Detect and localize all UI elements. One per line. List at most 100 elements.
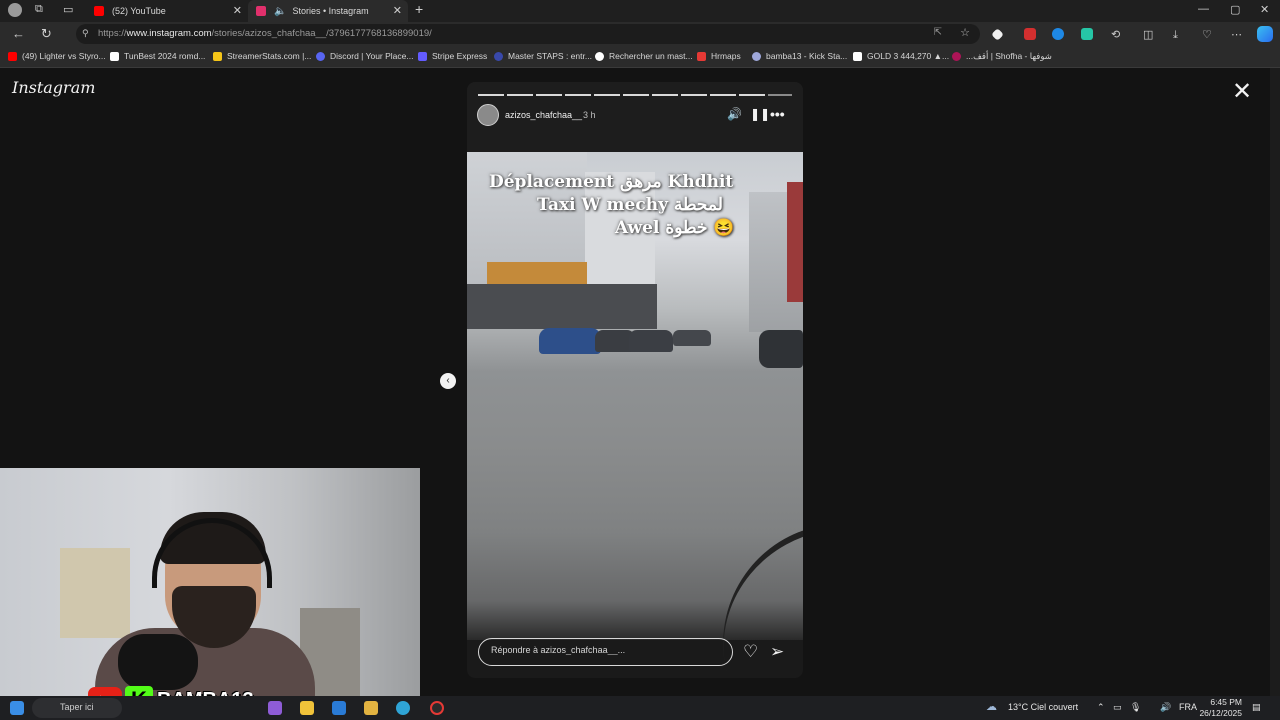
discord-icon [316,51,325,61]
tab-title: (52) YouTube [112,6,166,16]
close-story-icon[interactable]: ✕ [1232,80,1252,104]
volume-tray-icon[interactable]: 🔊 [1160,702,1171,713]
story-progress-segment [739,94,765,96]
weather-text[interactable]: 13°C Ciel couvert [1008,702,1078,712]
split-screen-icon[interactable]: ◫ [1143,27,1153,43]
story-caption-line: Awel خطوة 😆 [615,218,735,238]
story-timestamp: 3 h [583,110,596,120]
car-shape [673,330,711,346]
address-bar[interactable]: ⚲ https://www.instagram.com/stories/aziz… [76,24,980,44]
tab-strip: ⧉ ▭ (52) YouTube ✕ 🔈 Stories • Instagram… [0,0,1280,22]
kick-icon [752,51,761,61]
youtube-icon [94,6,104,16]
edge-icon[interactable] [396,701,410,715]
microphone-tray-icon[interactable]: 🎙 [1130,702,1141,713]
extension-badge-icon[interactable] [1024,28,1036,40]
story-media[interactable]: Déplacement مرهق Khdhit Taxi W mechy لمح… [467,152,803,678]
more-options-icon[interactable]: ••• [770,107,785,121]
maximize-icon[interactable]: ▢ [1230,3,1240,16]
new-tab-icon[interactable]: + [415,1,423,17]
scrollbar[interactable] [1270,68,1280,696]
bookmark-item[interactable]: GOLD 3 444,270 ▲... [853,51,949,61]
car-shape [759,330,803,368]
page-icon [494,51,503,61]
windows-start-icon[interactable] [10,701,24,715]
extension-icon[interactable] [1052,28,1064,40]
settings-more-icon[interactable]: ⋯ [1231,27,1242,43]
tray-overflow-icon[interactable]: ⌃ [1097,702,1105,713]
story-progress-segment [565,94,591,96]
page-icon [952,52,961,61]
bookmarks-bar: (49) Lighter vs Styro... TunBest 2024 ro… [0,46,1280,68]
outlook-icon[interactable] [332,701,346,715]
notifications-icon[interactable]: ▤ [1252,702,1261,713]
reload-icon[interactable]: ↻ [41,26,52,42]
tab-youtube[interactable]: (52) YouTube ✕ [86,0,248,22]
taskbar-clock[interactable]: 6:45 PM 26/12/2025 [1199,697,1242,719]
speaker-icon[interactable]: 🔈 [274,6,286,17]
obs-icon[interactable] [430,701,444,715]
bookmark-item[interactable]: ...أقف | Shofha - شوفها [952,51,1052,62]
extension-icon[interactable] [1081,28,1093,40]
building-shape [787,182,803,302]
bookmark-item[interactable]: TunBest 2024 romd... [110,51,205,61]
instagram-logo[interactable]: Instagram [12,78,95,97]
language-indicator[interactable]: FRA [1179,702,1197,712]
story-progress-segment [652,94,678,96]
youtube-icon [8,51,17,61]
workspaces-icon[interactable]: ⧉ [35,3,43,16]
background-object-shape [60,548,130,638]
bookmark-item[interactable]: StreamerStats.com |... [213,51,311,61]
extension-icon[interactable] [991,28,1004,41]
site-info-icon[interactable]: ⚲ [82,28,89,39]
car-shape [629,330,673,352]
open-in-app-icon[interactable]: ⇱ [934,27,942,38]
microphone [118,634,198,690]
favorite-star-icon[interactable]: ☆ [960,26,970,39]
story-username[interactable]: azizos_chafchaa__ [505,110,582,120]
story-caption-line: Déplacement مرهق Khdhit [489,172,734,192]
close-tab-icon[interactable]: ✕ [393,4,402,17]
bookmark-item[interactable]: Discord | Your Place... [316,51,413,61]
profile-avatar[interactable] [8,3,22,17]
taskbar-search[interactable]: Taper ici [32,698,122,718]
tab-actions-icon[interactable]: ▭ [63,3,73,16]
reply-field[interactable] [478,638,733,666]
send-share-icon[interactable]: ➢ [770,643,784,660]
reply-input[interactable] [491,645,721,655]
story-user-avatar[interactable] [477,104,499,126]
close-tab-icon[interactable]: ✕ [233,4,242,17]
downloads-icon[interactable]: ⤓ [1173,27,1178,43]
folder-icon[interactable] [364,701,378,715]
story-progress-segment [536,94,562,96]
copilot-icon[interactable] [1257,26,1273,42]
bookmark-item[interactable]: (49) Lighter vs Styro... [8,51,106,61]
minimize-icon[interactable]: — [1198,3,1209,15]
tab-title: Stories • Instagram [292,6,369,16]
webcam-overlay: ▶ K BAMBA13 [0,468,420,720]
browser-essentials-icon[interactable]: ♡ [1202,27,1212,43]
bookmark-item[interactable]: Master STAPS : entr... [494,51,592,61]
back-icon[interactable]: ← [12,26,25,42]
shop-sign-shape [487,262,587,286]
previous-story-icon[interactable]: ‹ [440,373,456,389]
story-card[interactable]: azizos_chafchaa__ 3 h 🔊 ❚❚ ••• Déplaceme… [467,82,803,678]
bookmark-item[interactable]: Stripe Express [418,51,487,61]
pause-icon[interactable]: ❚❚ [750,108,770,120]
page-icon [110,51,119,61]
tab-instagram-stories[interactable]: 🔈 Stories • Instagram ✕ [248,0,408,22]
volume-icon[interactable]: 🔊 [727,108,742,120]
taskbar-search-text: Taper ici [60,702,94,712]
network-icon[interactable]: ▭ [1113,702,1122,713]
extensions-puzzle-icon[interactable]: ⟲ [1111,27,1120,43]
file-explorer-icon[interactable] [300,701,314,715]
bookmark-item[interactable]: Hrmaps [697,51,741,61]
close-window-icon[interactable]: ✕ [1260,3,1269,16]
bookmark-item[interactable]: Rechercher un mast... [595,51,693,61]
stripe-icon [418,51,427,61]
weather-icon[interactable]: ☁ [986,700,997,713]
story-progress-segment [507,94,533,96]
bookmark-item[interactable]: bamba13 - Kick Sta... [752,51,847,61]
like-heart-icon[interactable]: ♡ [743,643,758,660]
app-icon[interactable] [268,701,282,715]
